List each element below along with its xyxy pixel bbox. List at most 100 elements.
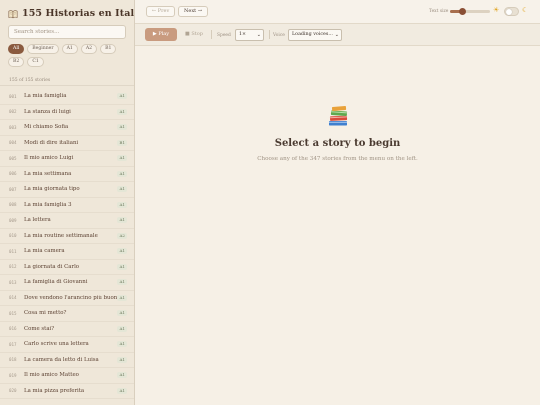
story-item[interactable]: 009 La lettera A1 — [0, 213, 134, 229]
story-level-badge: A1 — [117, 217, 127, 224]
story-item[interactable]: 006 La mia settimana A1 — [0, 167, 134, 182]
empty-state-title: Select a story to begin — [274, 138, 401, 149]
story-level-badge: A2 — [117, 232, 127, 239]
theme-toggle[interactable] — [504, 7, 519, 16]
story-item[interactable]: 012 La giornata di Carlo A1 — [0, 260, 134, 275]
story-level-badge: A1 — [117, 356, 127, 363]
story-title: Modi di dire italiani — [24, 139, 79, 146]
story-item[interactable]: 010 La mia routine settimanale A2 — [0, 229, 134, 244]
sidebar-divider — [0, 85, 134, 86]
story-level-badge: A1 — [117, 170, 127, 177]
play-button[interactable]: ▶ Play — [145, 28, 177, 41]
story-number: 019 — [9, 372, 17, 378]
story-number: 004 — [9, 140, 17, 146]
chevron-down-icon: ⌄ — [256, 32, 261, 38]
toolbar-separator — [211, 30, 212, 39]
story-level-badge: A1 — [117, 201, 127, 208]
story-level-badge: A1 — [117, 341, 127, 348]
story-item[interactable]: 016 Come stai? A1 — [0, 322, 134, 337]
story-number: 009 — [9, 217, 17, 223]
story-item[interactable]: 019 Il mio amico Matteo A1 — [0, 368, 134, 384]
story-title: La mia giornata tipo — [24, 186, 80, 193]
story-title: La camera da letto di Luisa — [24, 356, 99, 363]
story-level-badge: A1 — [117, 310, 127, 317]
story-title: La mia famiglia — [24, 93, 67, 100]
text-size-slider-thumb[interactable] — [459, 8, 467, 15]
text-size-label: Text size — [429, 9, 449, 14]
voice-label: Voice — [273, 33, 285, 38]
story-item[interactable]: 017 Carlo scrive una lettera A1 — [0, 337, 134, 353]
story-title: La mia famiglia 3 — [24, 201, 72, 208]
filter-all[interactable]: All — [8, 44, 25, 54]
story-title: Mi chiamo Sofia — [24, 124, 69, 131]
story-item[interactable]: 001 La mia famiglia A1 — [0, 89, 134, 105]
filter-b2[interactable]: B2 — [8, 57, 25, 67]
filter-a2[interactable]: A2 — [80, 44, 98, 54]
story-item[interactable]: 020 La mia pizza preferita A1 — [0, 384, 134, 399]
story-title: La stanza di luigi — [24, 108, 71, 115]
story-number: 006 — [9, 171, 17, 177]
voice-select[interactable]: Loading voices... ⌄ — [288, 29, 342, 41]
story-item[interactable]: 014 Dove vendono l'arancino più buono? A1 — [0, 291, 134, 306]
story-title: La mia routine settimanale — [24, 232, 98, 239]
empty-state-subtitle: Choose any of the 347 stories from the m… — [257, 156, 418, 162]
story-item[interactable]: 007 La mia giornata tipo A1 — [0, 182, 134, 198]
story-title: La mia camera — [24, 248, 65, 255]
books-icon — [329, 105, 348, 126]
top-bar: ← Prev Next → Text size ☀ ☾ — [135, 0, 540, 24]
story-item[interactable]: 011 La mia camera A1 — [0, 244, 134, 260]
story-level-badge: A1 — [117, 155, 127, 162]
story-item[interactable]: 003 Mi chiamo Sofia A1 — [0, 120, 134, 136]
voice-select-value: Loading voices... — [292, 32, 333, 37]
filter-b1[interactable]: B1 — [100, 44, 117, 54]
story-title: La mia settimana — [24, 170, 72, 177]
story-item[interactable]: 005 Il mio amico Luigi A1 — [0, 151, 134, 167]
story-number: 008 — [9, 202, 17, 208]
level-filters: All Beginner A1 A2 B1 B2 C1 — [8, 44, 128, 67]
story-item[interactable]: 015 Cosa mi metto? A1 — [0, 306, 134, 322]
story-title: La mia pizza preferita — [24, 387, 85, 394]
main-panel: ← Prev Next → Text size ☀ ☾ ▶ Play ■ Sto… — [135, 0, 540, 405]
filter-a1[interactable]: A1 — [61, 44, 78, 54]
story-level-badge: A1 — [117, 325, 127, 332]
story-number: 007 — [9, 186, 17, 192]
speed-select[interactable]: 1× ⌄ — [235, 29, 264, 41]
story-title: La giornata di Carlo — [24, 263, 80, 270]
story-number: 020 — [9, 388, 17, 394]
prev-button[interactable]: ← Prev — [146, 6, 176, 17]
story-number: 017 — [9, 341, 17, 347]
story-title: La famiglia di Giovanni — [24, 279, 88, 286]
sidebar: 155 Historias en Italiano All Beginner A… — [0, 0, 135, 405]
story-level-badge: A1 — [117, 124, 127, 131]
search-input[interactable] — [8, 25, 126, 39]
story-number: 018 — [9, 357, 17, 363]
story-number: 002 — [9, 109, 17, 115]
filter-c1[interactable]: C1 — [27, 57, 44, 67]
theme-toggle-knob — [506, 9, 512, 15]
text-size-slider[interactable] — [450, 8, 490, 15]
story-number: 003 — [9, 124, 17, 130]
app-title: 155 Historias en Italiano — [22, 8, 135, 19]
story-item[interactable]: 004 Modi di dire italiani B1 — [0, 136, 134, 151]
story-list: 001 La mia famiglia A1 002 La stanza di lui… — [0, 89, 134, 399]
chevron-down-icon: ⌄ — [334, 32, 339, 38]
story-title: La lettera — [24, 217, 51, 224]
story-item[interactable]: 008 La mia famiglia 3 A1 — [0, 198, 134, 213]
stop-button[interactable]: ■ Stop — [185, 29, 203, 40]
story-number: 001 — [9, 93, 17, 99]
story-title: Cosa mi metto? — [24, 310, 67, 317]
story-level-badge: A1 — [117, 186, 127, 193]
story-level-badge: A1 — [117, 372, 127, 379]
audio-toolbar: ▶ Play ■ Stop Speed 1× ⌄ Voice Loading v… — [135, 24, 540, 46]
empty-state: Select a story to begin Choose any of th… — [135, 46, 540, 405]
moon-icon: ☾ — [522, 6, 529, 14]
story-item[interactable]: 018 La camera da letto di Luisa A1 — [0, 353, 134, 368]
next-button[interactable]: Next → — [178, 6, 208, 17]
story-item[interactable]: 013 La famiglia di Giovanni A1 — [0, 275, 134, 291]
story-number: 014 — [9, 295, 17, 301]
app-root: 155 Historias en Italiano All Beginner A… — [0, 0, 540, 405]
filter-beginner[interactable]: Beginner — [27, 44, 59, 54]
story-title: Il mio amico Matteo — [24, 372, 79, 379]
brand: 155 Historias en Italiano — [8, 8, 135, 19]
story-item[interactable]: 002 La stanza di luigi A1 — [0, 105, 134, 120]
